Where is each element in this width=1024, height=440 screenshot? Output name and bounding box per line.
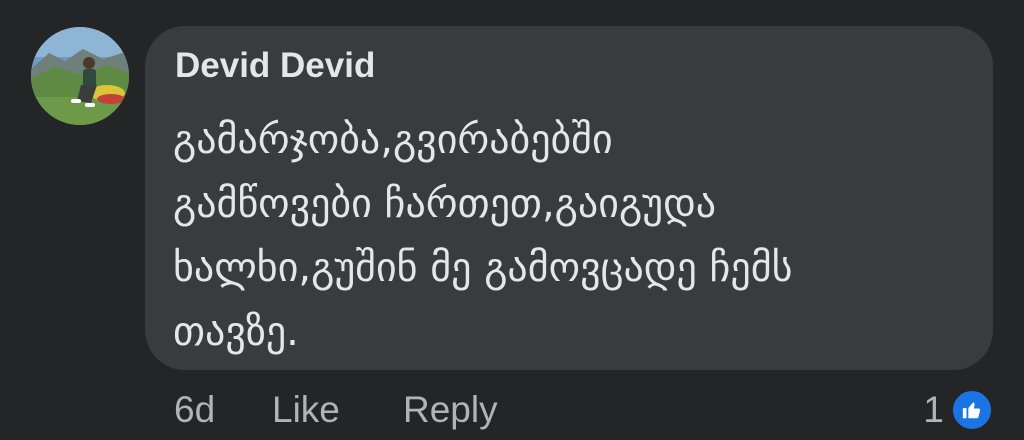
like-icon	[950, 388, 994, 432]
comment-bubble: Devid Devid გამარჯობა,გვირაბებში გამწოვე…	[145, 26, 993, 370]
reaction-count: 1	[923, 389, 944, 430]
comment-text: გამარჯობა,გვირაბებში გამწოვები ჩართეთ,გა…	[173, 117, 793, 355]
comment-actions: 6d Like Reply	[0, 386, 1024, 434]
like-button[interactable]: Like	[272, 386, 340, 434]
thumbs-up-icon	[962, 402, 981, 419]
reaction-summary[interactable]: 1	[923, 386, 994, 434]
comment-author-name[interactable]: Devid Devid	[175, 46, 375, 86]
avatar[interactable]	[31, 27, 129, 125]
comment-timestamp[interactable]: 6d	[174, 386, 215, 434]
reply-button[interactable]: Reply	[403, 386, 498, 434]
comment-row: Devid Devid გამარჯობა,გვირაბებში გამწოვე…	[0, 0, 1024, 440]
avatar-photo-icon	[31, 27, 129, 125]
